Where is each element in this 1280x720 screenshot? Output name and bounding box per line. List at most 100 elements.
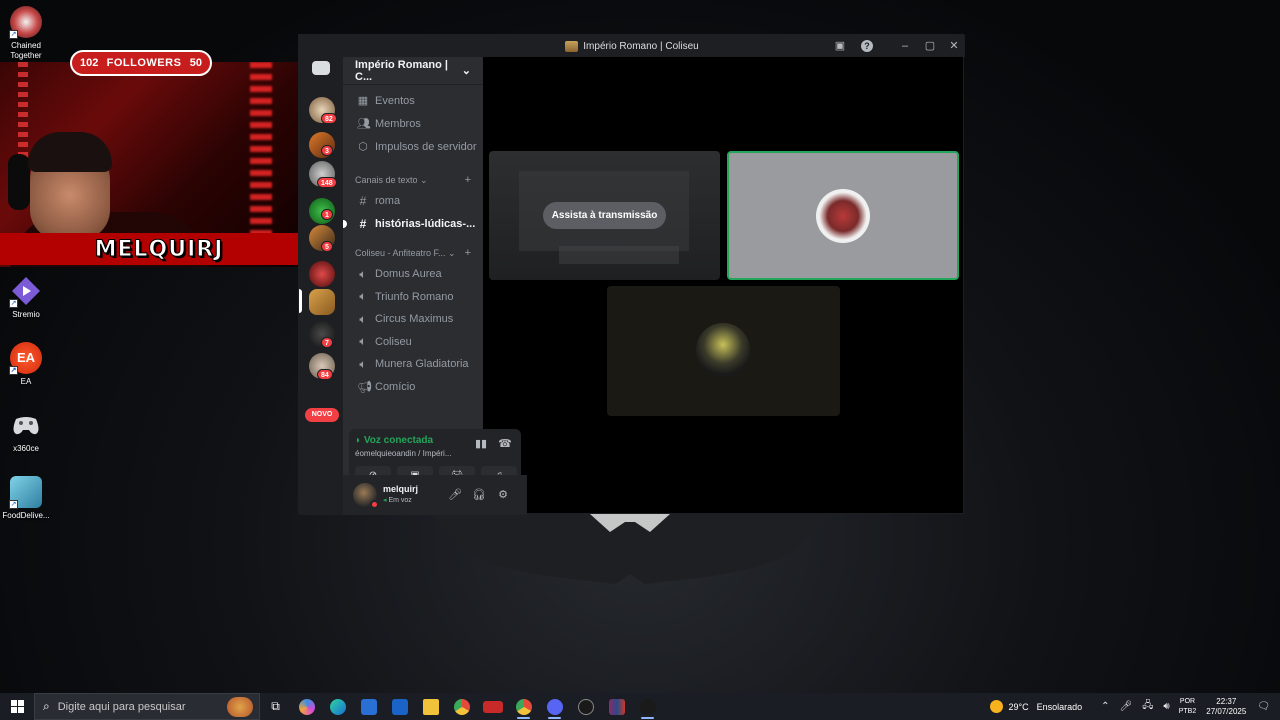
streamer-name-banner: MELQUIRJ [0, 233, 318, 265]
desktop-icon-ea[interactable]: EA ↗ EA [0, 342, 52, 387]
weather-icon [989, 700, 1003, 713]
speaker-icon: 🔈︎ [359, 311, 367, 326]
category-label: Canais de texto [355, 174, 418, 185]
add-channel-icon[interactable]: + [465, 247, 471, 259]
menu-item-label: Eventos [375, 94, 415, 107]
add-channel-icon[interactable]: + [465, 174, 471, 186]
settings-gear-icon[interactable]: ⚙ [495, 488, 511, 504]
headset [8, 154, 30, 210]
server-name: Império Romano | C... [355, 58, 448, 83]
file-explorer-icon[interactable] [415, 693, 446, 720]
channel-label: Triunfo Romano [375, 290, 454, 303]
stream-tile[interactable]: Assista à transmissão [489, 151, 720, 280]
username[interactable]: melquirj [383, 484, 418, 494]
windows-logo-icon [10, 700, 24, 713]
server-icon-selected[interactable] [309, 289, 335, 315]
followers-label: FOLLOWERS [106, 57, 182, 69]
speaker-icon: 🔈︎ [359, 356, 367, 371]
category-text-channels[interactable]: Canais de texto ⌄ + [343, 170, 483, 190]
chrome-icon[interactable] [446, 693, 477, 720]
copilot-icon[interactable] [291, 693, 322, 720]
window-titlebar: Império Romano | Coliseu ▣ ? – ▢ ✕ [299, 35, 965, 57]
discord-icon[interactable] [539, 693, 570, 720]
discord-home-icon[interactable] [312, 61, 330, 75]
speaker-icon: 🔈︎ [359, 334, 367, 349]
help-icon[interactable]: ? [861, 40, 873, 52]
chrome-icon[interactable] [508, 693, 539, 720]
mention-badge: 84 [317, 369, 333, 380]
voice-channel-munera-gladiatoria[interactable]: 🔈︎ Munera Gladiatoria [343, 353, 483, 376]
headphones-icon[interactable]: 🎧︎ [471, 488, 487, 504]
participant-avatar [816, 189, 870, 243]
desktop-icon-x360ce[interactable]: x360ce [0, 409, 52, 454]
selected-server-pill [299, 289, 302, 313]
voice-location[interactable]: éomelquieoandin / Impéri... [355, 449, 473, 458]
menu-item-members[interactable]: 👥︎ Membros [343, 112, 483, 135]
minimize-button[interactable]: – [898, 39, 912, 53]
watch-stream-button[interactable]: Assista à transmissão [543, 202, 666, 229]
voice-channel-circus-maximus[interactable]: 🔈︎ Circus Maximus [343, 308, 483, 331]
app-icon[interactable] [477, 693, 508, 720]
category-label: Coliseu - Anfiteatro F... [355, 247, 446, 258]
clock[interactable]: 22:37 27/07/2025 [1206, 697, 1246, 717]
members-icon: 👥︎ [357, 118, 371, 130]
mention-badge: 5 [321, 241, 333, 252]
unread-indicator [343, 219, 347, 228]
inbox-icon[interactable]: ▣ [833, 39, 847, 53]
channel-label: Circus Maximus [375, 313, 454, 326]
participant-tile[interactable] [607, 286, 840, 416]
category-voice-channels[interactable]: Coliseu - Anfiteatro F... ⌄ + [343, 243, 483, 263]
weather-desc[interactable]: Ensolarado [1037, 702, 1083, 712]
app-icon[interactable] [632, 693, 663, 720]
microphone-icon[interactable]: 🎤︎ [1120, 701, 1133, 712]
voice-channel-domus-aurea[interactable]: 🔈︎ Domus Aurea [343, 263, 483, 286]
volume-icon[interactable]: 🔊︎ [1163, 701, 1169, 712]
edge-icon[interactable] [322, 693, 353, 720]
taskbar-search[interactable]: ⌕ Digite aqui para pesquisar [34, 693, 260, 720]
chevron-up-icon[interactable]: ⌃ [1101, 701, 1109, 712]
followers-goal-bar: 102 FOLLOWERS 50 [70, 50, 212, 76]
led-strip [250, 62, 272, 262]
noise-suppression-icon[interactable]: ▮▮ [473, 437, 489, 453]
voice-channel-triunfo-romano[interactable]: 🔈︎ Triunfo Romano [343, 286, 483, 309]
task-view-icon[interactable]: ⧉ [260, 693, 291, 720]
input-language[interactable]: POR PTB2 [1179, 697, 1197, 717]
channel-roma[interactable]: # roma [343, 190, 483, 213]
desktop-icon-fooddelivery[interactable]: ↗ FoodDelive... [0, 476, 52, 521]
voice-channel-coliseu[interactable]: 🔈︎ Coliseu [343, 331, 483, 354]
taskbar: ⌕ Digite aqui para pesquisar ⧉ 29°C Enso… [0, 693, 1280, 720]
server-list: 82 3 148 1 5 7 84 NOVO [299, 57, 343, 515]
voice-channel-comicio[interactable]: 📢︎ Comício [343, 376, 483, 399]
start-button[interactable] [0, 693, 34, 720]
bat-wallpaper-logo [430, 514, 830, 584]
obs-icon[interactable] [570, 693, 601, 720]
winrar-icon[interactable] [601, 693, 632, 720]
server-icon[interactable] [309, 261, 335, 287]
status-indicator [370, 500, 379, 509]
notifications-icon[interactable]: 🗨︎ [1257, 701, 1270, 712]
menu-item-label: Impulsos de servidor [375, 140, 477, 153]
new-unreads-badge[interactable]: NOVO [305, 408, 339, 422]
maximize-button[interactable]: ▢ [923, 39, 937, 53]
speaker-icon: 🔈︎ [359, 266, 367, 281]
menu-item-boosts[interactable]: ⬡ Impulsos de servidor [343, 135, 483, 158]
network-icon[interactable]: 🖧︎ [1142, 698, 1153, 715]
store-icon[interactable] [353, 693, 384, 720]
desktop-icon-stremio[interactable]: ↗ Stremio [0, 275, 52, 320]
followers-current: 102 [80, 57, 99, 69]
disconnect-icon[interactable]: ☎ [497, 437, 513, 453]
mention-badge: 1 [321, 209, 333, 220]
server-icon [565, 40, 579, 52]
stream-preview [559, 246, 679, 264]
participant-avatar [696, 323, 750, 377]
menu-item-events[interactable]: ▦ Eventos [343, 89, 483, 112]
desktop-icon-chained-together[interactable]: ↗ Chained Together [0, 6, 52, 61]
server-header[interactable]: Império Romano | C... ⌄ [343, 57, 483, 85]
speaker-icon: 🔈︎ [359, 289, 367, 304]
close-button[interactable]: ✕ [947, 39, 961, 53]
participant-tile-speaking[interactable] [727, 151, 959, 280]
microphone-icon[interactable]: 🎤︎ [447, 488, 463, 504]
weather-temp[interactable]: 29°C [1009, 702, 1029, 712]
outlook-icon[interactable] [384, 693, 415, 720]
channel-historias-ludicas[interactable]: # histórias-lúdicas-... [343, 213, 483, 236]
